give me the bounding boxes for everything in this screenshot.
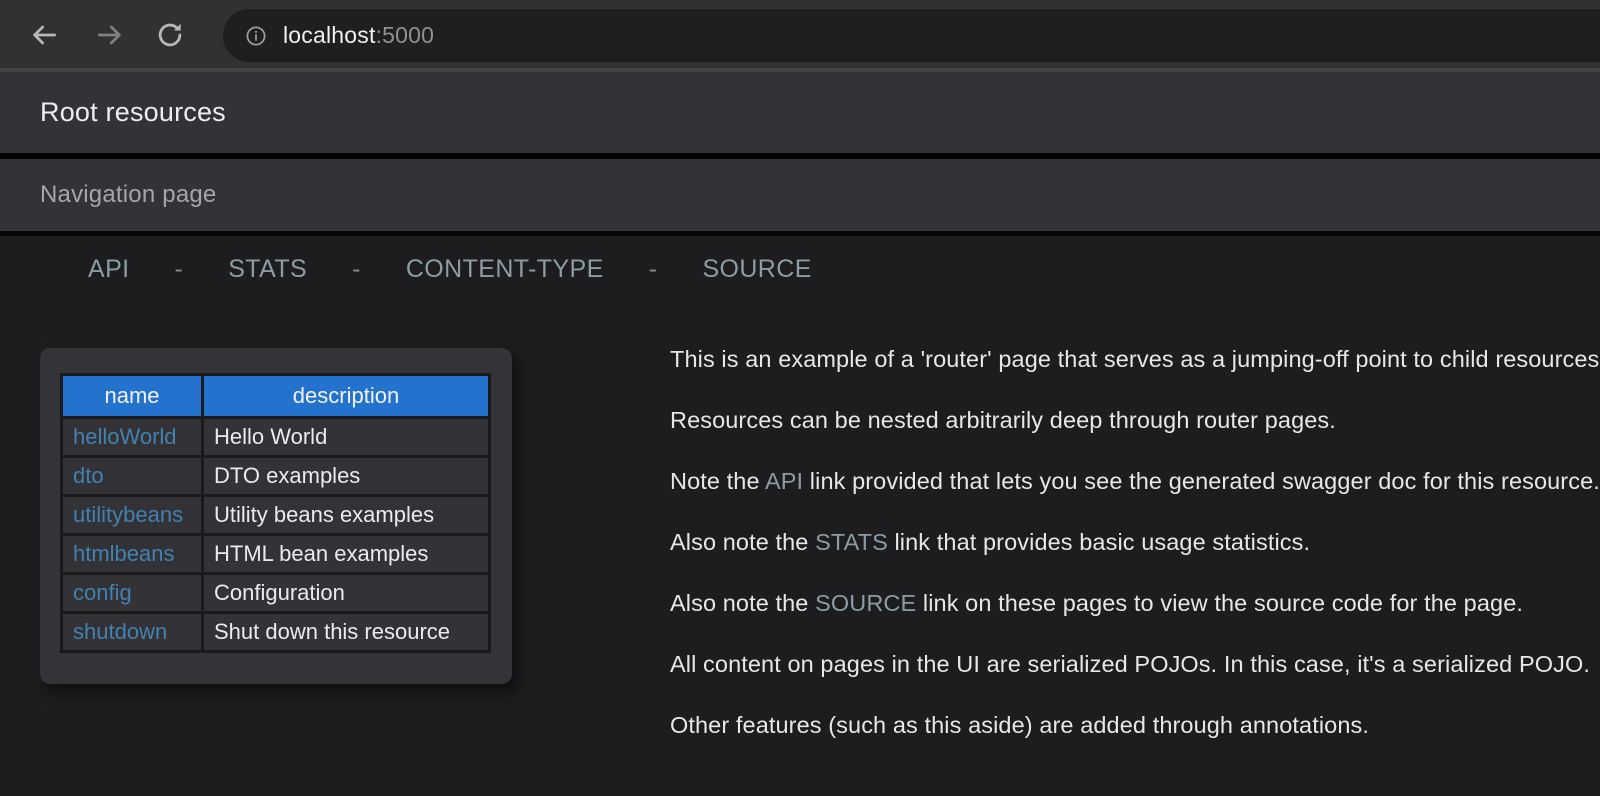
paragraph-text: link provided that lets you see the gene… bbox=[803, 468, 1600, 494]
table-row: helloWorld Hello World bbox=[62, 418, 490, 457]
cell-name: dto bbox=[62, 457, 203, 496]
paragraph: Other features (such as this aside) are … bbox=[670, 712, 1600, 738]
cell-description: DTO examples bbox=[203, 457, 490, 496]
cell-description: Utility beans examples bbox=[203, 496, 490, 535]
nav-link-api[interactable]: API bbox=[88, 255, 130, 284]
reload-button[interactable] bbox=[152, 17, 188, 53]
paragraph-text: Other features (such as this aside) are … bbox=[670, 712, 1369, 738]
table-row: dto DTO examples bbox=[62, 457, 490, 496]
browser-toolbar: localhost:5000 bbox=[0, 0, 1600, 68]
main-content: API - STATS - CONTENT-TYPE - SOURCE name descr… bbox=[0, 236, 1600, 796]
nav-separator-dash: - bbox=[649, 255, 658, 284]
back-button[interactable] bbox=[26, 17, 62, 53]
paragraph-text: Note the bbox=[670, 468, 765, 494]
resource-link-shutdown[interactable]: shutdown bbox=[73, 619, 167, 644]
paragraph-text: link that provides basic usage statistic… bbox=[888, 529, 1310, 555]
page-title: Root resources bbox=[40, 97, 226, 128]
resource-link-htmlbeans[interactable]: htmlbeans bbox=[73, 541, 175, 566]
back-arrow-icon bbox=[28, 19, 60, 51]
resource-link-utilitybeans[interactable]: utilitybeans bbox=[73, 502, 183, 527]
cell-name: config bbox=[62, 574, 203, 613]
cell-description: Hello World bbox=[203, 418, 490, 457]
cell-description: Shut down this resource bbox=[203, 613, 490, 652]
column-header-name: name bbox=[62, 375, 203, 418]
resources-table: name description helloWorldHello Worlddt… bbox=[60, 373, 491, 653]
resource-link-helloWorld[interactable]: helloWorld bbox=[73, 424, 177, 449]
page-subtitle: Navigation page bbox=[40, 181, 216, 209]
forward-button[interactable] bbox=[92, 17, 128, 53]
resource-nav-links: API - STATS - CONTENT-TYPE - SOURCE bbox=[0, 236, 1600, 284]
cell-name: htmlbeans bbox=[62, 535, 203, 574]
cell-name: utilitybeans bbox=[62, 496, 203, 535]
cell-description: Configuration bbox=[203, 574, 490, 613]
nav-link-content-type[interactable]: CONTENT-TYPE bbox=[406, 255, 604, 284]
paragraph: Also note the STATS link that provides b… bbox=[670, 529, 1600, 555]
paragraph: Note the API link provided that lets you… bbox=[670, 468, 1600, 494]
cell-description: HTML bean examples bbox=[203, 535, 490, 574]
url-port: :5000 bbox=[376, 22, 435, 48]
description-paragraphs: This is an example of a 'router' page th… bbox=[670, 346, 1600, 773]
paragraph-text: Also note the bbox=[670, 590, 815, 616]
reload-icon bbox=[154, 19, 186, 51]
table-row: config Configuration bbox=[62, 574, 490, 613]
paragraph: This is an example of a 'router' page th… bbox=[670, 346, 1600, 372]
paragraph: Also note the SOURCE link on these pages… bbox=[670, 590, 1600, 616]
stats-inline-link[interactable]: STATS bbox=[815, 529, 888, 555]
resources-table-card: name description helloWorldHello Worlddt… bbox=[40, 348, 512, 684]
paragraph: Resources can be nested arbitrarily deep… bbox=[670, 407, 1600, 433]
column-header-description: description bbox=[203, 375, 490, 418]
nav-link-stats[interactable]: STATS bbox=[228, 255, 307, 284]
table-row: shutdown Shut down this resource bbox=[62, 613, 490, 652]
paragraph: All content on pages in the UI are seria… bbox=[670, 651, 1600, 677]
paragraph-text: link on these pages to view the source c… bbox=[916, 590, 1523, 616]
url-text: localhost:5000 bbox=[283, 22, 434, 49]
source-inline-link[interactable]: SOURCE bbox=[815, 590, 916, 616]
cell-name: helloWorld bbox=[62, 418, 203, 457]
cell-name: shutdown bbox=[62, 613, 203, 652]
paragraph-text: Also note the bbox=[670, 529, 815, 555]
page-title-bar: Root resources bbox=[0, 72, 1600, 153]
nav-separator-dash: - bbox=[352, 255, 361, 284]
table-row: htmlbeans HTML bean examples bbox=[62, 535, 490, 574]
paragraph-text: This is an example of a 'router' page th… bbox=[670, 346, 1600, 372]
nav-separator-dash: - bbox=[175, 255, 184, 284]
site-info-icon[interactable] bbox=[245, 25, 267, 47]
forward-arrow-icon bbox=[94, 19, 126, 51]
api-inline-link[interactable]: API bbox=[765, 468, 803, 494]
page-subtitle-bar: Navigation page bbox=[0, 159, 1600, 231]
url-host: localhost bbox=[283, 22, 376, 48]
table-row: utilitybeans Utility beans examples bbox=[62, 496, 490, 535]
url-bar[interactable]: localhost:5000 bbox=[223, 9, 1600, 62]
resource-link-config[interactable]: config bbox=[73, 580, 132, 605]
paragraph-text: Resources can be nested arbitrarily deep… bbox=[670, 407, 1336, 433]
paragraph-text: All content on pages in the UI are seria… bbox=[670, 651, 1590, 677]
nav-link-source[interactable]: SOURCE bbox=[702, 255, 811, 284]
resource-link-dto[interactable]: dto bbox=[73, 463, 104, 488]
